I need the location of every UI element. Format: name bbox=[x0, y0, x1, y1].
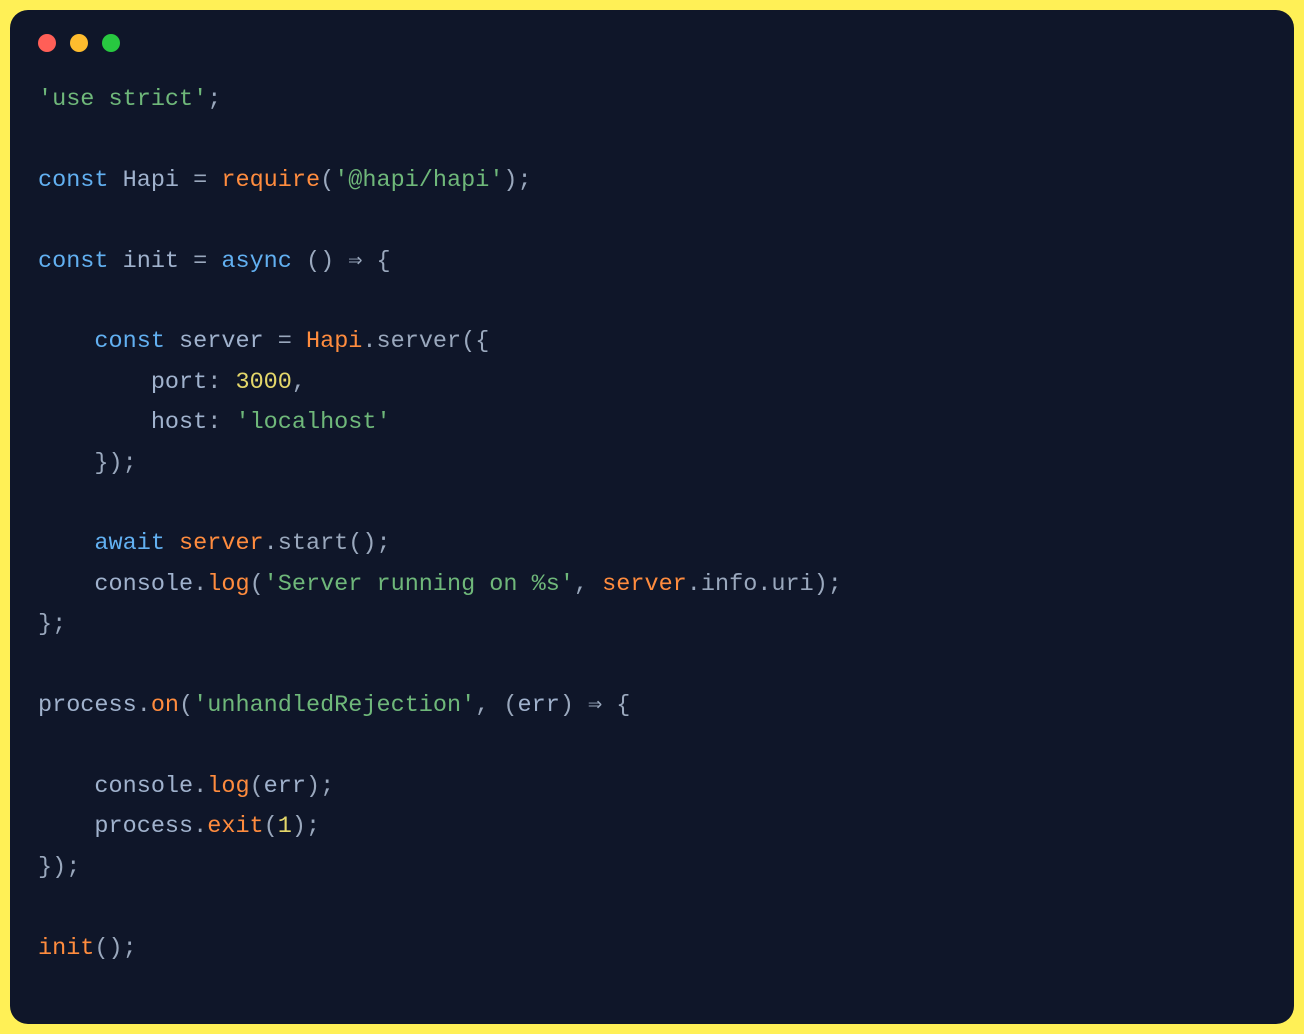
code-token: .info.uri); bbox=[687, 571, 842, 598]
code-token: ( bbox=[320, 167, 334, 194]
code-token: 'Server running on %s' bbox=[264, 571, 574, 598]
code-indent bbox=[38, 328, 94, 355]
code-token: = bbox=[179, 248, 221, 275]
code-token: port bbox=[151, 369, 207, 396]
code-token: , bbox=[574, 571, 602, 598]
code-token: async bbox=[221, 248, 292, 275]
code-token: const bbox=[38, 167, 123, 194]
code-token: 'localhost' bbox=[235, 409, 390, 436]
code-token: 'unhandledRejection' bbox=[193, 692, 475, 719]
code-token: . bbox=[137, 692, 151, 719]
code-token: server bbox=[179, 530, 264, 557]
code-token: init bbox=[123, 248, 179, 275]
code-token: 3000 bbox=[235, 369, 291, 396]
code-token: = bbox=[264, 328, 306, 355]
code-token: 'use strict' bbox=[38, 86, 207, 113]
code-token: err bbox=[264, 773, 306, 800]
code-token: = bbox=[179, 167, 221, 194]
code-indent bbox=[38, 813, 94, 840]
code-token: (); bbox=[94, 935, 136, 962]
code-token: const bbox=[38, 248, 123, 275]
code-token: Hapi bbox=[306, 328, 362, 355]
close-icon[interactable] bbox=[38, 34, 56, 52]
zoom-icon[interactable] bbox=[102, 34, 120, 52]
window-traffic-lights bbox=[38, 34, 1266, 52]
code-token: console bbox=[94, 773, 193, 800]
code-token: ); bbox=[292, 813, 320, 840]
code-token: host bbox=[151, 409, 207, 436]
code-token: . bbox=[193, 813, 207, 840]
code-token: console bbox=[94, 571, 193, 598]
code-token: }; bbox=[38, 611, 66, 638]
code-window: 'use strict'; const Hapi = require('@hap… bbox=[10, 10, 1294, 1024]
code-token: 1 bbox=[278, 813, 292, 840]
code-indent bbox=[38, 571, 94, 598]
code-card-frame: 'use strict'; const Hapi = require('@hap… bbox=[0, 0, 1304, 1034]
code-token: , bbox=[292, 369, 306, 396]
code-token: process bbox=[38, 692, 137, 719]
code-token: .start(); bbox=[264, 530, 391, 557]
code-token: : bbox=[207, 369, 235, 396]
code-token: exit bbox=[207, 813, 263, 840]
code-token: ); bbox=[503, 167, 531, 194]
code-indent bbox=[38, 369, 151, 396]
code-token: ( bbox=[264, 813, 278, 840]
code-token: . bbox=[193, 571, 207, 598]
code-token: () ⇒ { bbox=[292, 248, 391, 275]
code-token: await bbox=[94, 530, 179, 557]
code-token: .server({ bbox=[362, 328, 489, 355]
code-token: ; bbox=[207, 86, 221, 113]
code-token: const bbox=[94, 328, 179, 355]
code-token: }); bbox=[38, 854, 80, 881]
code-token: ); bbox=[306, 773, 334, 800]
code-token: '@hapi/hapi' bbox=[334, 167, 503, 194]
code-token: ) ⇒ { bbox=[560, 692, 631, 719]
code-indent bbox=[38, 773, 94, 800]
code-token: . bbox=[193, 773, 207, 800]
code-token: server bbox=[602, 571, 687, 598]
code-indent bbox=[38, 530, 94, 557]
code-token: log bbox=[207, 571, 249, 598]
code-token: err bbox=[518, 692, 560, 719]
minimize-icon[interactable] bbox=[70, 34, 88, 52]
code-token: , ( bbox=[475, 692, 517, 719]
code-token: process bbox=[94, 813, 193, 840]
code-token: ( bbox=[250, 571, 264, 598]
code-token: server bbox=[179, 328, 264, 355]
code-token: Hapi bbox=[123, 167, 179, 194]
code-token: }); bbox=[38, 450, 137, 477]
code-token: on bbox=[151, 692, 179, 719]
code-indent bbox=[38, 409, 151, 436]
code-token: ( bbox=[250, 773, 264, 800]
code-block: 'use strict'; const Hapi = require('@hap… bbox=[38, 80, 1266, 969]
code-token: require bbox=[221, 167, 320, 194]
code-token: log bbox=[207, 773, 249, 800]
code-token: ( bbox=[179, 692, 193, 719]
code-token: init bbox=[38, 935, 94, 962]
code-token: : bbox=[207, 409, 235, 436]
